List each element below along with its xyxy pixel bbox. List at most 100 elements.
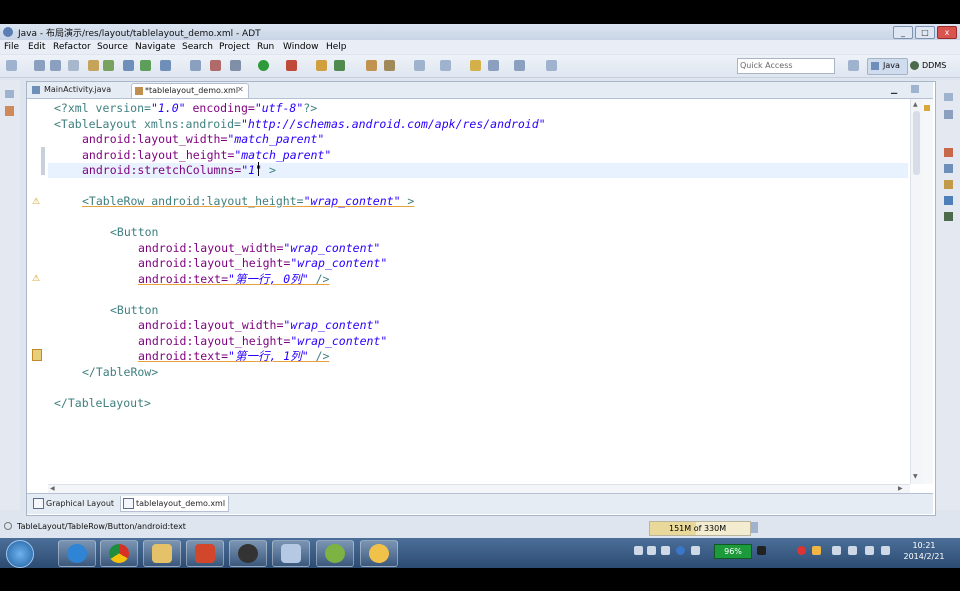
- perspective-java-button[interactable]: Java: [867, 58, 908, 75]
- menu-project[interactable]: Project: [219, 42, 250, 52]
- taskbar-adb[interactable]: [229, 540, 267, 567]
- lint-icon[interactable]: [123, 60, 134, 71]
- tray-volume-icon[interactable]: [881, 546, 890, 555]
- battery-indicator[interactable]: 96%: [714, 544, 752, 559]
- console-icon[interactable]: [944, 196, 953, 205]
- open-type-icon[interactable]: [366, 60, 377, 71]
- tab-label: Graphical Layout: [46, 499, 115, 508]
- taskbar-messenger[interactable]: [360, 540, 398, 567]
- save-icon[interactable]: [34, 60, 45, 71]
- menu-refactor[interactable]: Refactor: [53, 42, 91, 52]
- back-icon[interactable]: [488, 60, 499, 71]
- restore-right-icon[interactable]: [944, 93, 953, 101]
- horizontal-scrollbar[interactable]: ◀ ▶: [48, 484, 910, 493]
- tray-antivirus-icon[interactable]: [797, 546, 806, 555]
- tab-xml-source[interactable]: tablelayout_demo.xml: [120, 496, 229, 512]
- tray-ime-icon[interactable]: [647, 546, 656, 555]
- menu-navigate[interactable]: Navigate: [135, 42, 175, 52]
- taskbar-powerpoint[interactable]: [186, 540, 224, 567]
- new-icon[interactable]: [6, 60, 17, 71]
- annotation-icon[interactable]: [414, 60, 425, 71]
- scrollbar-thumb[interactable]: [913, 111, 920, 175]
- taskbar-explorer[interactable]: [143, 540, 181, 567]
- javadoc-icon[interactable]: [944, 164, 953, 173]
- save-all-icon[interactable]: [50, 60, 61, 71]
- new-class-icon[interactable]: [190, 60, 201, 71]
- status-bar: TableLayout/TableRow/Button/android:text: [0, 517, 960, 538]
- maximize-button[interactable]: □: [915, 26, 935, 39]
- code-area[interactable]: <?xml version="1.0" encoding="utf-8"?> <…: [48, 99, 910, 484]
- menu-source[interactable]: Source: [97, 42, 128, 52]
- scroll-right-arrow-icon[interactable]: ▶: [898, 485, 903, 492]
- tray-help-icon[interactable]: [676, 546, 685, 555]
- skip-breakpoints-icon[interactable]: [210, 60, 221, 71]
- package-explorer-icon[interactable]: [5, 106, 14, 116]
- tray-qq-icon[interactable]: [812, 546, 821, 555]
- xml-file-icon: [135, 87, 143, 95]
- left-trim-bar: [0, 80, 20, 510]
- tray-ime-mode-icon[interactable]: [661, 546, 670, 555]
- tab-graphical-layout[interactable]: Graphical Layout: [31, 496, 122, 511]
- print-icon[interactable]: [68, 60, 79, 71]
- tray-flag-icon[interactable]: [832, 546, 841, 555]
- maximize-editor-icon[interactable]: [911, 85, 919, 93]
- menu-window[interactable]: Window: [283, 42, 319, 52]
- taskbar-paint[interactable]: [272, 540, 310, 567]
- checkmark-icon[interactable]: [160, 60, 171, 71]
- menu-file[interactable]: File: [4, 42, 19, 52]
- tray-power-icon[interactable]: [865, 546, 874, 555]
- logcat-icon[interactable]: [944, 212, 953, 221]
- quick-access-input[interactable]: Quick Access: [737, 58, 835, 74]
- scroll-left-arrow-icon[interactable]: ◀: [50, 485, 55, 492]
- avd-manager-icon[interactable]: [103, 60, 114, 71]
- menu-help[interactable]: Help: [326, 42, 347, 52]
- tab-mainactivity-java[interactable]: MainActivity.java: [29, 83, 129, 97]
- last-edit-icon[interactable]: [470, 60, 481, 71]
- outline-icon[interactable]: [944, 110, 953, 119]
- menu-run[interactable]: Run: [257, 42, 274, 52]
- taskbar-ie[interactable]: [58, 540, 96, 567]
- external-tools-icon[interactable]: [286, 60, 297, 71]
- taskbar-adt[interactable]: [316, 540, 354, 567]
- scroll-down-arrow-icon[interactable]: ▼: [913, 473, 918, 480]
- heap-status[interactable]: 151M of 330M: [649, 521, 751, 536]
- tray-keyboard-icon[interactable]: [634, 546, 643, 555]
- garbage-collect-icon[interactable]: [751, 522, 758, 533]
- new-java-class-icon[interactable]: [334, 60, 345, 71]
- next-annotation-icon[interactable]: [440, 60, 451, 71]
- perspective-ddms-button[interactable]: DDMS: [908, 58, 958, 73]
- menu-edit[interactable]: Edit: [28, 42, 45, 52]
- close-button[interactable]: x: [937, 26, 957, 39]
- start-button-icon[interactable]: [6, 540, 34, 568]
- minimize-button[interactable]: _: [893, 26, 913, 39]
- open-perspective-icon[interactable]: [848, 60, 859, 71]
- minimize-editor-icon[interactable]: ▁: [891, 85, 899, 94]
- warning-icon[interactable]: ⚠: [32, 274, 40, 284]
- warning-icon[interactable]: ⚠: [32, 197, 40, 207]
- adt-eclipse-icon: [325, 544, 345, 563]
- overview-warning-icon[interactable]: [924, 105, 930, 111]
- android-project-icon[interactable]: [140, 60, 151, 71]
- restore-icon[interactable]: [5, 90, 14, 98]
- forward-icon[interactable]: [514, 60, 525, 71]
- tray-settings-icon[interactable]: [691, 546, 700, 555]
- ddms-icon: [910, 61, 919, 70]
- menu-search[interactable]: Search: [182, 42, 213, 52]
- new-package-icon[interactable]: [316, 60, 327, 71]
- close-tab-icon[interactable]: ✕: [237, 85, 244, 94]
- declaration-icon[interactable]: [944, 180, 953, 189]
- pin-editor-icon[interactable]: [546, 60, 557, 71]
- scroll-up-arrow-icon[interactable]: ▲: [913, 101, 918, 108]
- problems-icon[interactable]: [944, 148, 953, 157]
- search-icon[interactable]: [384, 60, 395, 71]
- run-icon[interactable]: [258, 60, 269, 71]
- tray-app-icon[interactable]: [757, 546, 766, 555]
- quickfix-warning-icon[interactable]: [32, 349, 42, 361]
- tray-network-icon[interactable]: [848, 546, 857, 555]
- tab-tablelayout-xml[interactable]: *tablelayout_demo.xml ✕: [131, 83, 249, 98]
- debug-icon[interactable]: [230, 60, 241, 71]
- sdk-manager-icon[interactable]: [88, 60, 99, 71]
- taskbar-chrome[interactable]: [100, 540, 138, 567]
- taskbar-clock[interactable]: 10:21 2014/2/21: [902, 540, 946, 562]
- code-line: <?xml version="1.0" encoding="utf-8"?>: [54, 101, 318, 115]
